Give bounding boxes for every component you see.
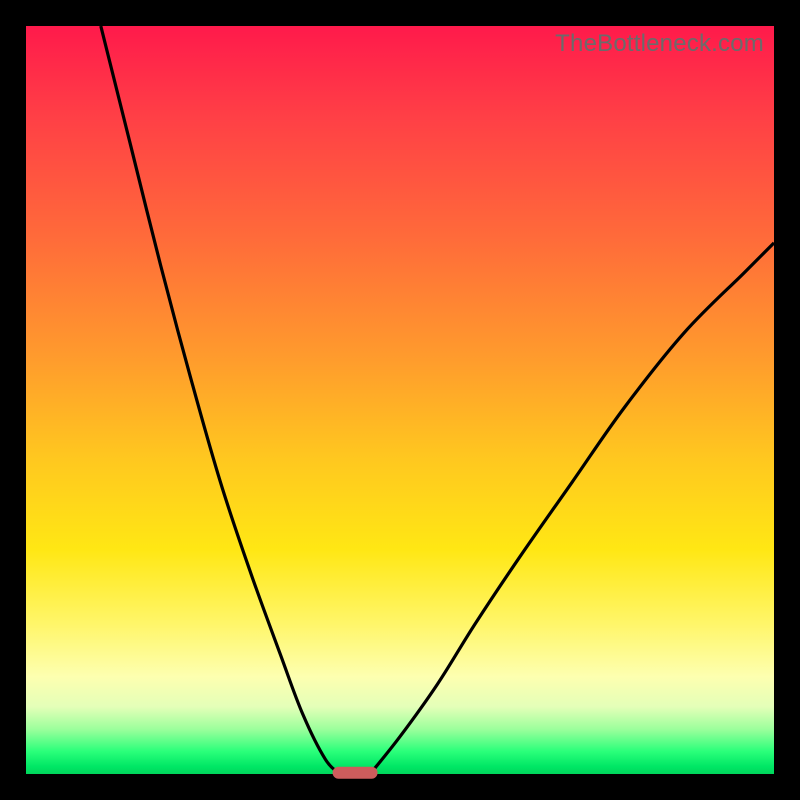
curve-left-path [101, 26, 340, 774]
bottleneck-curve [26, 26, 774, 774]
curve-right-path [370, 243, 774, 774]
plot-area: TheBottleneck.com [26, 26, 774, 774]
chart-frame: TheBottleneck.com [0, 0, 800, 800]
optimal-marker [333, 767, 378, 779]
